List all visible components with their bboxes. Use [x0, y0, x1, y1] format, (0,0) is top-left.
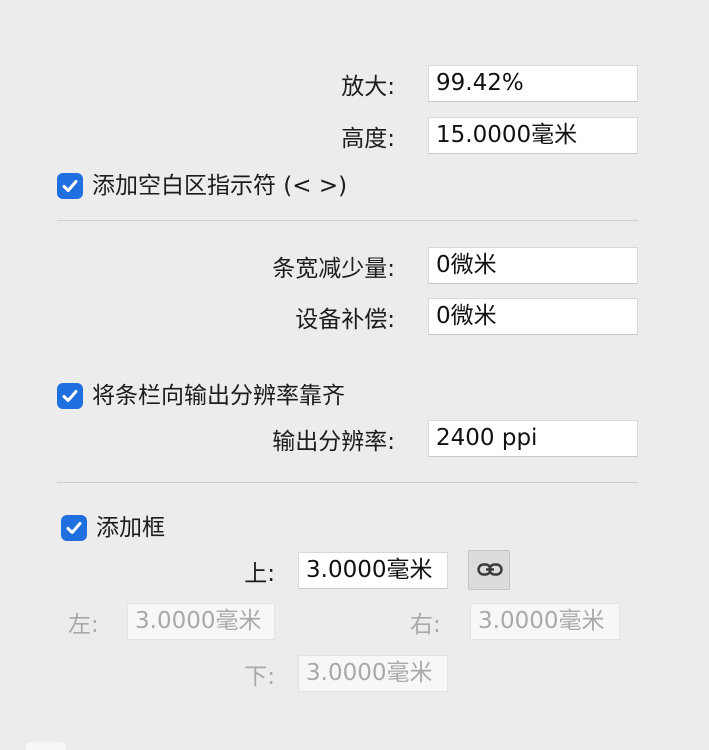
separator [57, 220, 638, 221]
add-border-label: 添加框 [96, 515, 165, 541]
checkmark-icon [62, 180, 78, 192]
border-left-input[interactable]: 3.0000毫米 [127, 603, 275, 640]
border-right-label: 右: [410, 612, 441, 638]
border-right-input[interactable]: 3.0000毫米 [470, 603, 620, 640]
add-quiet-zone-checkbox[interactable] [57, 173, 83, 199]
border-bottom-input[interactable]: 3.0000毫米 [298, 655, 448, 692]
device-compensation-label: 设备补偿: [295, 307, 395, 333]
magnification-label: 放大: [341, 74, 395, 100]
output-resolution-label: 输出分辨率: [272, 429, 395, 455]
link-icon [477, 563, 503, 576]
panel-edge [26, 742, 66, 750]
checkmark-icon [66, 522, 82, 534]
height-label: 高度: [341, 126, 395, 152]
separator [57, 482, 638, 483]
align-bars-label: 将条栏向输出分辨率靠齐 [92, 383, 345, 409]
add-border-checkbox[interactable] [61, 515, 87, 541]
border-bottom-label: 下: [244, 664, 275, 690]
border-top-label: 上: [244, 561, 275, 587]
device-compensation-input[interactable]: 0微米 [428, 298, 638, 335]
height-input[interactable]: 15.0000毫米 [428, 117, 638, 154]
checkmark-icon [62, 390, 78, 402]
add-quiet-zone-label: 添加空白区指示符 (< >) [92, 173, 348, 199]
output-resolution-input[interactable]: 2400 ppi [428, 420, 638, 457]
align-bars-checkbox[interactable] [57, 383, 83, 409]
border-left-label: 左: [68, 612, 99, 638]
border-top-input[interactable]: 3.0000毫米 [298, 552, 448, 589]
bar-width-reduction-label: 条宽减少量: [272, 256, 395, 282]
magnification-input[interactable]: 99.42% [428, 65, 638, 102]
link-values-button[interactable] [468, 550, 510, 590]
bar-width-reduction-input[interactable]: 0微米 [428, 247, 638, 284]
